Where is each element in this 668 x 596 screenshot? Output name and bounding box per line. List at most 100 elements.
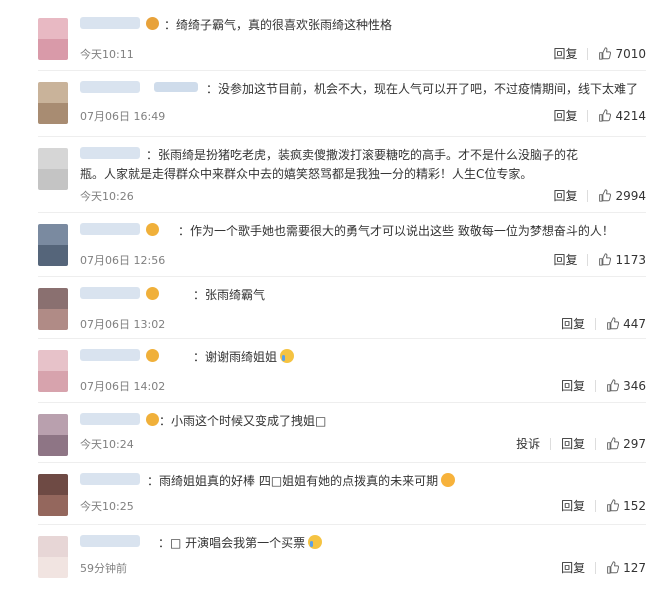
row-divider: [38, 524, 646, 525]
thumbs-up-icon: [607, 561, 620, 574]
comment-body: 小雨这个时候又变成了拽姐□: [171, 414, 327, 428]
username-blur: [80, 349, 140, 361]
like-count: 7010: [615, 46, 646, 61]
report-button[interactable]: 投诉: [516, 435, 540, 452]
row-divider: [38, 136, 646, 137]
username-blur: [80, 223, 140, 235]
avatar[interactable]: [38, 224, 68, 266]
like-count: 152: [623, 498, 646, 513]
thumbs-up-icon: [607, 499, 620, 512]
colon: ：: [146, 148, 159, 162]
comment-body: 没参加这节目前，机会不大，现在人气可以开了吧，不过疫情期间，线下太难了: [218, 82, 639, 96]
username-blurred[interactable]: [80, 284, 159, 302]
avatar[interactable]: [38, 414, 68, 456]
timestamp: 07月06日 14:02: [80, 380, 166, 393]
username-blur: [80, 473, 140, 485]
row-divider: [38, 402, 646, 403]
comment-actions: 回复 1173: [553, 251, 646, 268]
avatar[interactable]: [38, 536, 68, 578]
divider: [595, 437, 597, 450]
divider: [595, 379, 597, 392]
avatar[interactable]: [38, 474, 68, 516]
colon: ：: [158, 536, 171, 550]
comment-body: 绮绮子霸气，真的很喜欢张雨绮这种性格: [176, 18, 393, 32]
avatar[interactable]: [38, 288, 68, 330]
thumbs-up-icon: [599, 253, 612, 266]
username-blurred[interactable]: [80, 470, 140, 488]
comment-actions: 回复 4214: [553, 107, 646, 124]
username-blurred[interactable]: [80, 532, 140, 550]
reply-button[interactable]: 回复: [553, 45, 577, 62]
avatar[interactable]: [38, 350, 68, 392]
comment-body: 张雨绮霸气: [205, 288, 266, 302]
avatar[interactable]: [38, 148, 68, 190]
avatar[interactable]: [38, 18, 68, 60]
timestamp: 07月06日 12:56: [80, 254, 166, 267]
comment-text: ：张雨绮霸气: [193, 286, 265, 305]
reply-button[interactable]: 回复: [561, 497, 585, 514]
comment-text: ：□ 开演唱会我第一个买票: [158, 534, 323, 553]
divider: [587, 253, 589, 266]
row-divider: [38, 212, 646, 213]
row-divider: [38, 338, 646, 339]
divider: [595, 317, 597, 330]
username-blurred[interactable]: [80, 410, 159, 428]
username-blurred[interactable]: [80, 346, 159, 364]
comment-actions: 回复 346: [561, 377, 646, 394]
avatar[interactable]: [38, 82, 68, 124]
reply-button[interactable]: 回复: [561, 435, 585, 452]
reply-button[interactable]: 回复: [553, 107, 577, 124]
comment-body: □ 开演唱会我第一个买票: [170, 536, 306, 550]
like-button[interactable]: 297: [606, 437, 646, 451]
reply-button[interactable]: 回复: [561, 315, 585, 332]
divider: [595, 499, 597, 512]
divider: [587, 189, 589, 202]
timestamp: 07月06日 16:49: [80, 110, 166, 123]
comment-text: ：没参加这节目前，机会不大，现在人气可以开了吧，不过疫情期间，线下太难了: [206, 80, 638, 99]
like-count: 1173: [615, 252, 646, 267]
reply-button[interactable]: 回复: [561, 377, 585, 394]
like-button[interactable]: 127: [606, 561, 646, 575]
username-blur: [80, 81, 140, 93]
vip-badge-icon: [146, 348, 159, 362]
username-blurred[interactable]: [80, 14, 159, 32]
reply-button[interactable]: 回复: [561, 559, 585, 576]
like-button[interactable]: 346: [606, 379, 646, 393]
like-button[interactable]: 1173: [598, 253, 646, 267]
like-button[interactable]: 2994: [598, 189, 646, 203]
timestamp: 今天10:26: [80, 190, 134, 203]
like-button[interactable]: 7010: [598, 47, 646, 61]
reply-button[interactable]: 回复: [553, 251, 577, 268]
divider: [595, 561, 597, 574]
row-divider: [38, 276, 646, 277]
comment-text: ：绮绮子霸气，真的很喜欢张雨绮这种性格: [164, 16, 392, 35]
thumbs-up-icon: [607, 317, 620, 330]
comment-text: ：小雨这个时候又变成了拽姐□: [159, 412, 326, 431]
like-count: 4214: [615, 108, 646, 123]
kiss-emoji-icon: [441, 473, 456, 487]
comment-body: 雨绮姐姐真的好棒 四□姐姐有她的点拨真的未来可期: [159, 474, 439, 488]
colon: ：: [193, 288, 206, 302]
timestamp: 今天10:24: [80, 438, 134, 451]
like-button[interactable]: 152: [606, 499, 646, 513]
like-button[interactable]: 4214: [598, 109, 646, 123]
row-divider: [38, 70, 646, 71]
like-count: 447: [623, 316, 646, 331]
thumbs-up-icon: [607, 379, 620, 392]
username-blurred[interactable]: [80, 78, 198, 96]
vip-badge-icon: [146, 412, 159, 426]
comment-actions: 回复 152: [561, 497, 646, 514]
crying-emoji-icon: [280, 349, 295, 363]
colon: ：: [193, 350, 206, 364]
comment-text: ：作为一个歌手她也需要很大的勇气才可以说出这些 致敬每一位为梦想奋斗的人！: [178, 222, 614, 241]
vip-badge-icon: [146, 222, 159, 236]
divider: [587, 109, 589, 122]
like-button[interactable]: 447: [606, 317, 646, 331]
thumbs-up-icon: [607, 437, 620, 450]
divider: [587, 47, 589, 60]
username-blurred[interactable]: [80, 220, 159, 238]
username-blur: [154, 82, 198, 92]
comment-text: ：张雨绮是扮猪吃老虎，装疯卖傻撒泼打滚要糖吃的高手。才不是什么没脑子的花瓶。人家…: [80, 146, 580, 184]
comment-actions: 回复 2994: [553, 187, 646, 204]
reply-button[interactable]: 回复: [553, 187, 577, 204]
